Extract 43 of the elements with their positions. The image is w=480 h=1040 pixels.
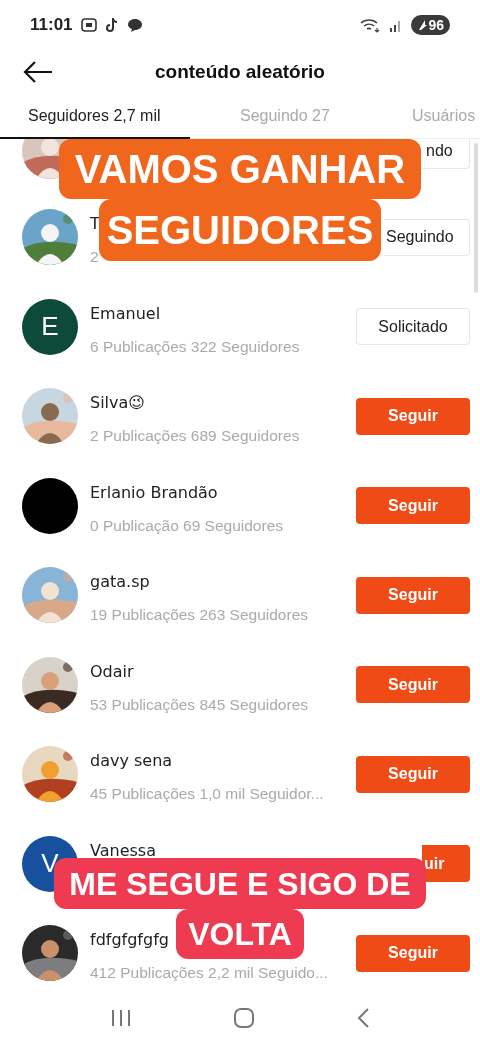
user-name: Silva😉 [90, 392, 145, 415]
screenshot-icon [80, 18, 97, 32]
follow-button[interactable]: Seguir [356, 666, 470, 704]
user-stats: 0 Publicação 69 Seguidores [90, 515, 284, 536]
user-stats: 45 Publicações 1,0 mil Seguidor... [90, 784, 324, 805]
follow-button[interactable]: Seguir [356, 934, 470, 972]
tab[interactable]: Usuários [375, 94, 480, 139]
user-name: Emanuel [90, 302, 161, 325]
user-name: T [90, 213, 100, 236]
follow-button[interactable]: Seguir [356, 397, 470, 435]
user-stats: 412 Publicações 2,2 mil Seguido... [90, 963, 328, 984]
caption-text: VAMOS GANHAR [58, 139, 422, 199]
caption-text: VOLTA [176, 909, 304, 959]
back-icon [355, 1006, 370, 1029]
chat-bubble-icon [126, 18, 143, 32]
user-stats: 19 Publicações 263 Seguidores [90, 605, 308, 626]
home-icon [233, 1006, 255, 1029]
tab[interactable]: Seguindo 27 [190, 94, 375, 139]
user-name: Odair [90, 660, 134, 683]
battery-level: 96 [428, 15, 444, 35]
user-stats: 53 Publicações 845 Seguidores [90, 694, 308, 715]
follow-button[interactable]: Seguir [356, 755, 470, 793]
user-stats: 6 Publicações 322 Seguidores [90, 336, 300, 357]
follow-button[interactable]: Seguir [356, 487, 470, 525]
wifi-icon [359, 17, 382, 33]
user-stats: 2 Publicações 689 Seguidores [90, 426, 300, 447]
page-title: conteúdo aleatório [155, 60, 325, 85]
follow-button[interactable]: Seguir [356, 576, 470, 614]
recent-apps-icon [110, 1007, 133, 1028]
avatar: E [22, 298, 78, 355]
user-stats: 2 [90, 247, 99, 268]
caption-text: SEGUIDORES [98, 199, 382, 261]
user-name: Erlanio Brandão [90, 481, 218, 504]
follow-button[interactable]: ndo [422, 139, 470, 170]
user-name: davy sena [90, 750, 173, 773]
clock: 11:01 [30, 14, 73, 37]
music-note-icon [104, 17, 119, 33]
follow-button[interactable]: Seguindo [384, 218, 470, 256]
follow-button[interactable]: Solicitado [356, 308, 470, 346]
back-arrow-icon [23, 61, 53, 83]
user-name: fdfgfgfgfg [90, 929, 169, 952]
follow-button[interactable]: uir [422, 845, 470, 883]
user-name: gata.sp [90, 571, 150, 594]
